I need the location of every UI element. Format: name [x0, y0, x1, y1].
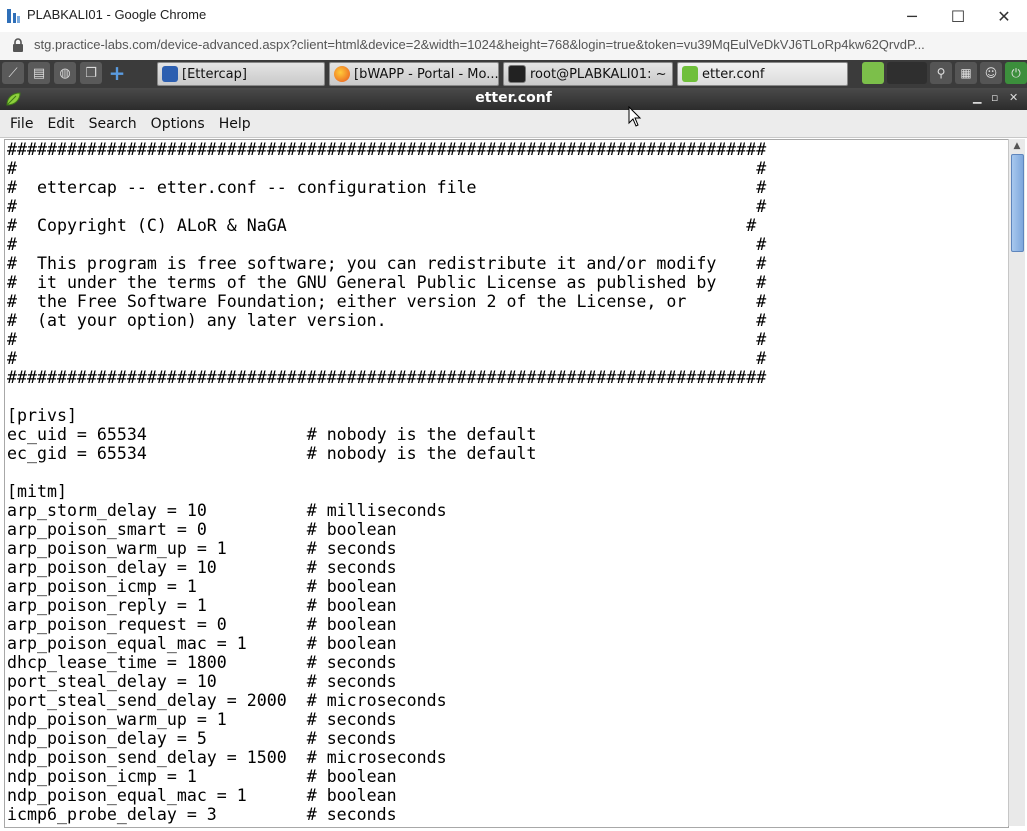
- app-title: etter.conf: [475, 90, 552, 106]
- editor-line[interactable]: # the Free Software Foundation; either v…: [7, 292, 1008, 311]
- menu-options[interactable]: Options: [145, 116, 211, 132]
- editor-line[interactable]: ndp_poison_send_delay = 1500 # microseco…: [7, 748, 1008, 767]
- editor-line[interactable]: arp_poison_warm_up = 1 # seconds: [7, 539, 1008, 558]
- app-maximize-button[interactable]: ▫: [991, 91, 998, 104]
- editor-line[interactable]: # Copyright (C) ALoR & NaGA #: [7, 216, 1008, 235]
- scroll-thumb[interactable]: [1011, 154, 1024, 252]
- editor-line[interactable]: dhcp_lease_time = 1800 # seconds: [7, 653, 1008, 672]
- editor-line[interactable]: # ettercap -- etter.conf -- configuratio…: [7, 178, 1008, 197]
- leafpad-tray-icon[interactable]: [862, 62, 884, 84]
- menu-file[interactable]: File: [4, 116, 39, 132]
- logout-icon[interactable]: ⏻: [1005, 62, 1027, 84]
- scroll-up-icon[interactable]: ▲: [1009, 139, 1025, 153]
- editor-line[interactable]: # it under the terms of the GNU General …: [7, 273, 1008, 292]
- menu-edit[interactable]: Edit: [41, 116, 80, 132]
- task-etter-conf[interactable]: etter.conf: [677, 62, 848, 86]
- address-bar[interactable]: stg.practice-labs.com/device-advanced.as…: [0, 32, 1027, 61]
- editor-line[interactable]: arp_poison_smart = 0 # boolean: [7, 520, 1008, 539]
- editor-line[interactable]: icmp6_probe_delay = 3 # seconds: [7, 805, 1008, 824]
- menu-help[interactable]: Help: [213, 116, 257, 132]
- user-icon[interactable]: ☺: [980, 62, 1002, 84]
- taskbar: ⟋ ▤ ◍ ❐ + [Ettercap] [bWAPP - Portal - M…: [0, 60, 1027, 89]
- task-label: etter.conf: [702, 66, 765, 82]
- search-icon[interactable]: ⚲: [930, 62, 952, 84]
- editor-line[interactable]: ndp_poison_warm_up = 1 # seconds: [7, 710, 1008, 729]
- editor-line[interactable]: arp_poison_icmp = 1 # boolean: [7, 577, 1008, 596]
- windows-icon[interactable]: ❐: [80, 62, 102, 84]
- editor-line[interactable]: # #: [7, 349, 1008, 368]
- clipboard-icon[interactable]: ▦: [955, 62, 977, 84]
- task-label: root@PLABKALI01: ~: [530, 66, 667, 82]
- browser-title-bar: PLABKALI01 - Google Chrome ─ ☐ ✕: [0, 0, 1027, 33]
- launcher-group: ⟋ ▤ ◍ ❐ +: [2, 61, 128, 86]
- lock-icon: [13, 38, 23, 52]
- workspace-switcher[interactable]: [887, 62, 927, 84]
- editor-line[interactable]: ec_uid = 65534 # nobody is the default: [7, 425, 1008, 444]
- firefox-icon: [334, 66, 350, 82]
- editor-line[interactable]: # #: [7, 330, 1008, 349]
- editor-line[interactable]: ndp_poison_icmp = 1 # boolean: [7, 767, 1008, 786]
- app-title-bar: etter.conf ▁ ▫ ✕: [0, 88, 1027, 110]
- window-controls: ─ ☐ ✕: [889, 0, 1027, 32]
- editor-line[interactable]: [privs]: [7, 406, 1008, 425]
- task-ettercap[interactable]: [Ettercap]: [157, 62, 325, 86]
- task-bwapp[interactable]: [bWAPP - Portal - Mo...: [329, 62, 499, 86]
- editor-line[interactable]: ec_gid = 65534 # nobody is the default: [7, 444, 1008, 463]
- remote-desktop-icon: [7, 9, 20, 23]
- editor-line[interactable]: [7, 463, 1008, 482]
- window-title: PLABKALI01 - Google Chrome: [27, 7, 207, 22]
- mouse-cursor-icon: [628, 106, 642, 127]
- vertical-scrollbar[interactable]: ▲: [1008, 139, 1025, 826]
- text-editor[interactable]: ########################################…: [4, 139, 1009, 828]
- system-tray: ⚲ ▦ ☺ ⏻: [862, 62, 1027, 86]
- menu-bar: File Edit Search Options Help: [0, 110, 1027, 138]
- editor-line[interactable]: # This program is free software; you can…: [7, 254, 1008, 273]
- close-button[interactable]: ✕: [981, 0, 1027, 32]
- add-launcher-icon[interactable]: +: [106, 61, 128, 85]
- editor-line[interactable]: # #: [7, 235, 1008, 254]
- kali-menu-icon[interactable]: ⟋: [2, 62, 24, 84]
- terminal-icon: [508, 65, 526, 83]
- editor-line[interactable]: arp_poison_delay = 10 # seconds: [7, 558, 1008, 577]
- network-icon[interactable]: ◍: [54, 62, 76, 84]
- ettercap-icon: [162, 66, 178, 82]
- task-label: [Ettercap]: [182, 66, 247, 82]
- editor-line[interactable]: arp_poison_reply = 1 # boolean: [7, 596, 1008, 615]
- editor-line[interactable]: # #: [7, 159, 1008, 178]
- editor-line[interactable]: [7, 387, 1008, 406]
- files-icon[interactable]: ▤: [28, 62, 50, 84]
- editor-line[interactable]: ndp_poison_delay = 5 # seconds: [7, 729, 1008, 748]
- editor-line[interactable]: ndp_poison_equal_mac = 1 # boolean: [7, 786, 1008, 805]
- editor-line[interactable]: port_steal_delay = 10 # seconds: [7, 672, 1008, 691]
- editor-line[interactable]: arp_poison_equal_mac = 1 # boolean: [7, 634, 1008, 653]
- url-text[interactable]: stg.practice-labs.com/device-advanced.as…: [34, 37, 1014, 52]
- task-label: [bWAPP - Portal - Mo...: [354, 66, 499, 82]
- app-close-button[interactable]: ✕: [1009, 91, 1018, 104]
- editor-content[interactable]: ########################################…: [5, 140, 1008, 824]
- task-terminal[interactable]: root@PLABKALI01: ~: [503, 62, 673, 86]
- editor-line[interactable]: # (at your option) any later version. #: [7, 311, 1008, 330]
- editor-line[interactable]: arp_poison_request = 0 # boolean: [7, 615, 1008, 634]
- editor-line[interactable]: port_steal_send_delay = 2000 # microseco…: [7, 691, 1008, 710]
- menu-search[interactable]: Search: [83, 116, 143, 132]
- leafpad-icon: [682, 66, 698, 82]
- editor-line[interactable]: ########################################…: [7, 140, 1008, 159]
- app-minimize-button[interactable]: ▁: [973, 91, 981, 104]
- editor-line[interactable]: # #: [7, 197, 1008, 216]
- editor-line[interactable]: ########################################…: [7, 368, 1008, 387]
- editor-line[interactable]: [mitm]: [7, 482, 1008, 501]
- minimize-button[interactable]: ─: [889, 0, 935, 32]
- maximize-button[interactable]: ☐: [935, 0, 981, 32]
- editor-line[interactable]: arp_storm_delay = 10 # milliseconds: [7, 501, 1008, 520]
